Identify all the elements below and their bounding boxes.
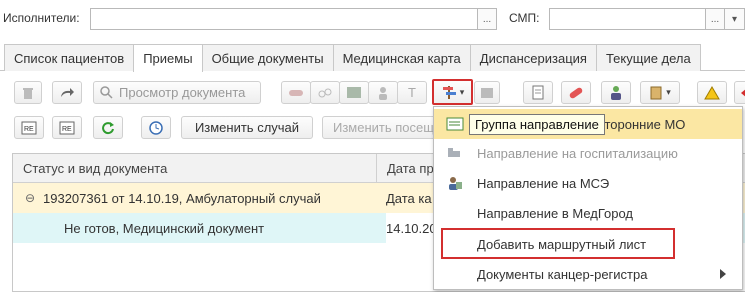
clock-icon bbox=[149, 120, 163, 135]
document-icon bbox=[532, 85, 544, 100]
smp-dropdown-button[interactable]: ▾ bbox=[724, 8, 745, 30]
change-case-button[interactable]: Изменить случай bbox=[181, 116, 313, 139]
menu-item-label: Документы канцер-регистра bbox=[477, 266, 648, 282]
view-document-button[interactable]: Просмотр документа bbox=[93, 81, 261, 104]
tab-bar: Список пациентов Приемы Общие документы … bbox=[4, 44, 701, 72]
executors-input[interactable] bbox=[90, 8, 478, 30]
tab-patient-list[interactable]: Список пациентов bbox=[4, 44, 135, 71]
menu-item-mse[interactable]: Направление на МСЭ bbox=[434, 168, 742, 198]
text-button[interactable]: T bbox=[397, 81, 427, 104]
tab-dispensary[interactable]: Диспансеризация bbox=[469, 44, 597, 71]
bandage-icon bbox=[289, 89, 303, 96]
form-icon bbox=[446, 117, 464, 131]
warning-button[interactable] bbox=[697, 81, 727, 104]
collapse-toggle-icon[interactable]: ⊖ bbox=[25, 183, 35, 213]
picture-icon bbox=[347, 87, 361, 98]
user-card-icon bbox=[449, 177, 462, 190]
menu-item-label: Направление на госпитализацию bbox=[477, 145, 678, 161]
collapse-all-button[interactable]: RE bbox=[52, 116, 82, 139]
menu-item-label: Направление в МедГород bbox=[477, 205, 634, 221]
bandage-button[interactable] bbox=[281, 81, 311, 104]
red-arrow-icon bbox=[741, 89, 745, 96]
row-date: Дата ка bbox=[386, 190, 432, 206]
chevron-down-icon: ▾ bbox=[459, 86, 465, 97]
row-date: 14.10.20 bbox=[386, 213, 436, 243]
archive-button[interactable] bbox=[474, 81, 500, 104]
executors-select-button[interactable]: ... bbox=[477, 8, 497, 30]
menu-item-hospitalization[interactable]: Направление на госпитализацию bbox=[434, 138, 742, 168]
warning-icon bbox=[704, 85, 720, 99]
box-icon bbox=[481, 87, 493, 98]
change-visit-button[interactable]: Изменить посещ bbox=[322, 116, 442, 139]
doctor-icon bbox=[611, 86, 621, 100]
view-document-label: Просмотр документа bbox=[119, 85, 246, 100]
svg-text:RE: RE bbox=[62, 126, 72, 133]
trash-icon bbox=[23, 87, 33, 99]
pills-icon bbox=[318, 88, 332, 97]
history-button[interactable] bbox=[141, 116, 171, 139]
menu-item-label: сторонние МО bbox=[598, 116, 686, 132]
smp-input[interactable] bbox=[549, 8, 706, 30]
redo-arrow-icon bbox=[61, 87, 74, 97]
refresh-icon bbox=[102, 121, 114, 134]
document-button[interactable] bbox=[523, 81, 553, 104]
clipboard-icon bbox=[650, 86, 662, 100]
tab-common-documents[interactable]: Общие документы bbox=[201, 44, 334, 71]
person-icon bbox=[379, 86, 387, 100]
menu-item-medgorod[interactable]: Направление в МедГород bbox=[434, 198, 742, 228]
referral-group-button[interactable]: ▾ bbox=[432, 79, 473, 105]
pills-button[interactable] bbox=[310, 81, 340, 104]
clipboard-button[interactable]: ▾ bbox=[640, 81, 680, 104]
delete-button[interactable] bbox=[14, 81, 42, 104]
capsule-icon bbox=[569, 87, 583, 98]
executors-label: Исполнители: bbox=[3, 11, 80, 25]
bed-icon bbox=[448, 148, 460, 157]
smp-label: СМП: bbox=[509, 11, 540, 25]
row-status: 193207361 от 14.10.19, Амбулаторный случ… bbox=[43, 190, 321, 206]
refresh-button[interactable] bbox=[93, 116, 123, 139]
row-status: Не готов, Медицинский документ bbox=[64, 220, 265, 236]
image-button[interactable] bbox=[339, 81, 369, 104]
search-icon bbox=[100, 86, 113, 99]
arrow-button[interactable] bbox=[734, 81, 745, 104]
tab-medical-card[interactable]: Медицинская карта bbox=[332, 44, 471, 71]
medicine-button[interactable] bbox=[561, 81, 591, 104]
tab-current-tasks[interactable]: Текущие дела bbox=[595, 44, 701, 71]
expand-all-button[interactable]: RE bbox=[14, 116, 44, 139]
expand-list-icon: RE bbox=[21, 121, 37, 134]
svg-text:RE: RE bbox=[24, 126, 34, 133]
collapse-list-icon: RE bbox=[59, 121, 75, 134]
route-sheet-highlight bbox=[441, 228, 675, 259]
doctor-button[interactable] bbox=[601, 81, 631, 104]
column-status-header[interactable]: Статус и вид документа bbox=[13, 154, 376, 183]
forward-button[interactable] bbox=[52, 81, 82, 104]
smp-select-button[interactable]: ... bbox=[705, 8, 725, 30]
clipboard-chevron-icon: ▾ bbox=[666, 87, 671, 97]
menu-item-cancer-registry[interactable]: Документы канцер-регистра bbox=[434, 259, 742, 289]
submenu-arrow-icon bbox=[720, 269, 726, 279]
menu-item-label: Направление на МСЭ bbox=[477, 175, 610, 191]
tab-appointments[interactable]: Приемы bbox=[133, 44, 203, 72]
signpost-icon bbox=[442, 86, 456, 99]
referral-group-tooltip: Группа направление bbox=[469, 114, 605, 135]
user-button[interactable] bbox=[368, 81, 398, 104]
